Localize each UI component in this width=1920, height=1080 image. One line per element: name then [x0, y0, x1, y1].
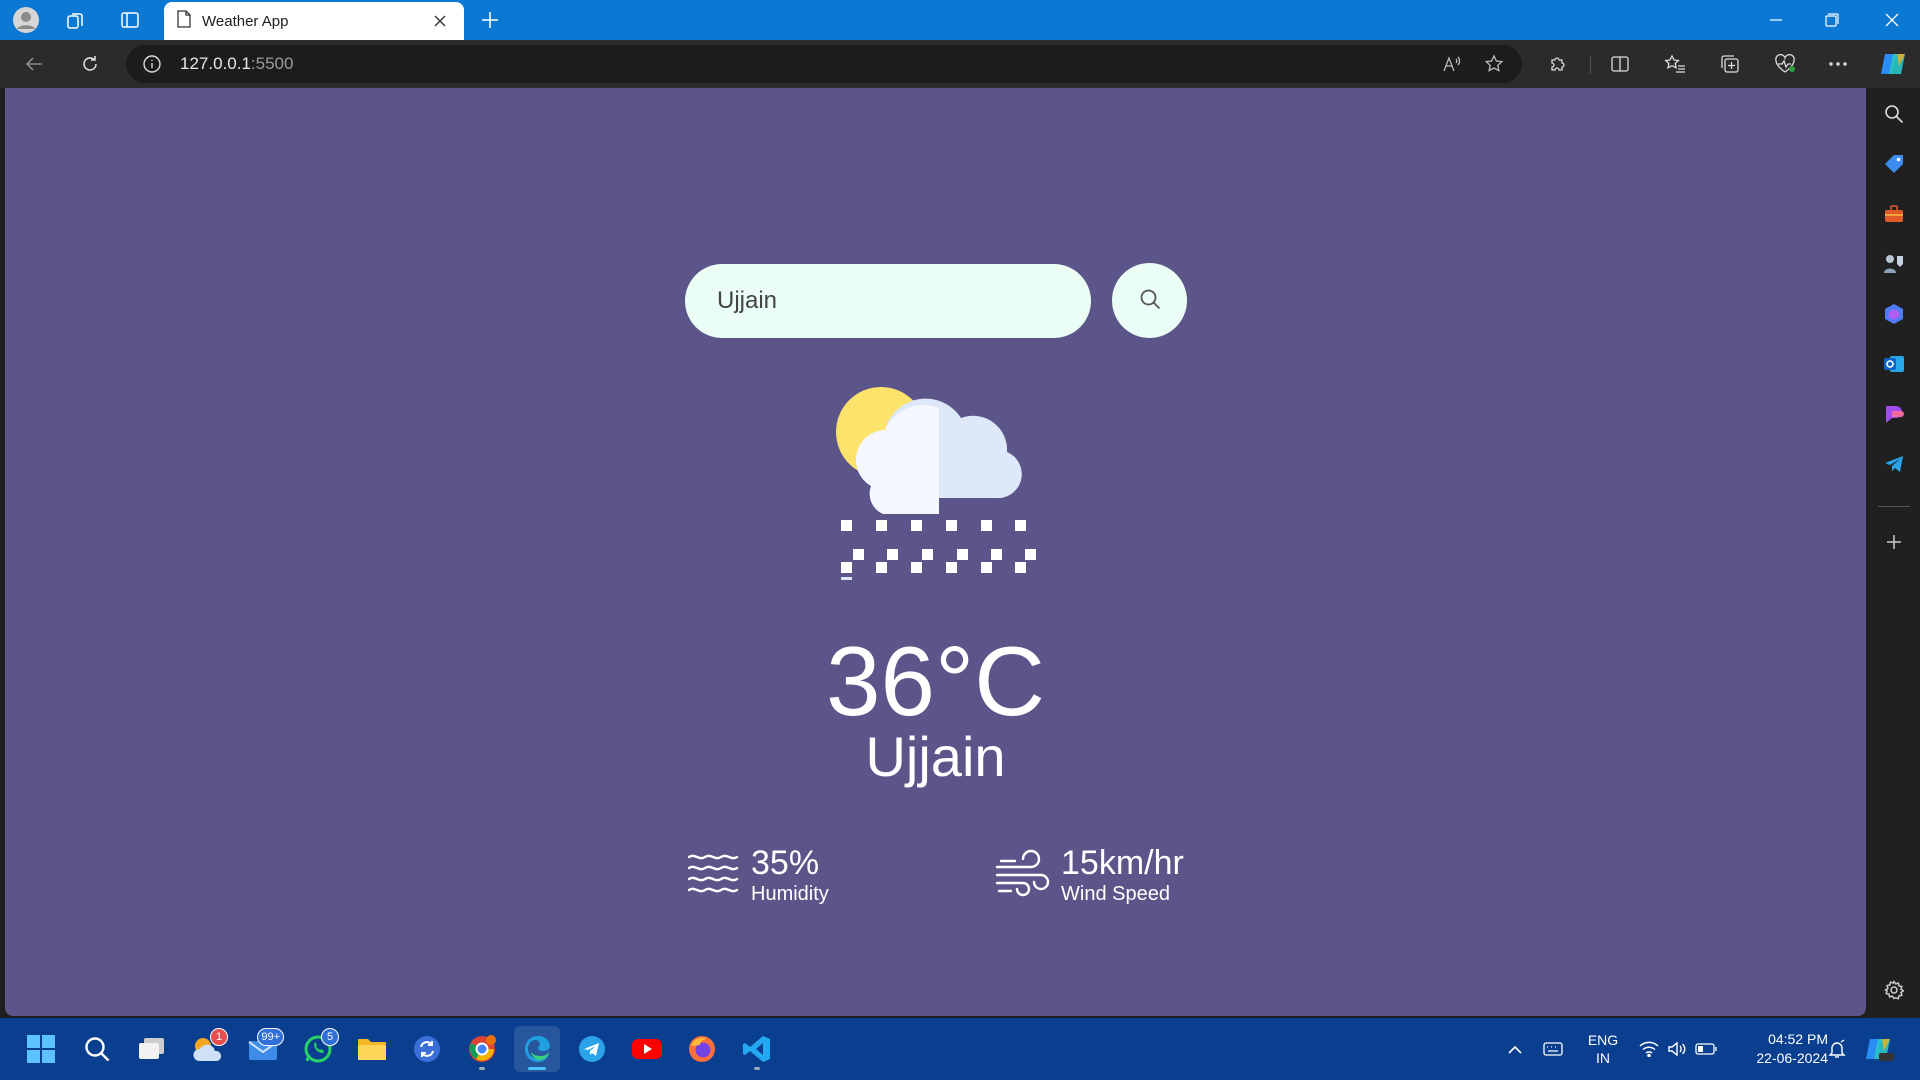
sidebar-divider — [1878, 506, 1910, 507]
sidebar-copilot-icon[interactable] — [1876, 296, 1912, 332]
copilot-preview-icon[interactable] — [1862, 1018, 1898, 1080]
tab-title: Weather App — [202, 12, 289, 30]
tab-actions-icon[interactable] — [110, 4, 150, 36]
sidebar-designer-icon[interactable] — [1876, 396, 1912, 432]
file-explorer-icon[interactable] — [349, 1026, 395, 1072]
collections-icon[interactable] — [1710, 48, 1750, 80]
edge-browser-icon[interactable] — [514, 1026, 560, 1072]
vs-code-icon[interactable] — [734, 1026, 780, 1072]
clock-time: 04:52 PM — [1768, 1031, 1828, 1047]
url-host: 127.0.0.1 — [180, 54, 251, 73]
address-bar[interactable]: 127.0.0.1:5500 — [126, 45, 1522, 83]
firefox-icon[interactable] — [679, 1026, 725, 1072]
sidebar-games-icon[interactable] — [1876, 246, 1912, 282]
weather-widget-icon[interactable]: 1 — [184, 1026, 230, 1072]
mail-badge: 99+ — [257, 1028, 284, 1046]
favorites-icon[interactable] — [1655, 48, 1695, 80]
chrome-icon[interactable] — [459, 1026, 505, 1072]
copilot-icon[interactable] — [1874, 48, 1914, 80]
page-icon — [176, 9, 192, 33]
language-line2: IN — [1596, 1050, 1610, 1066]
sidebar-search-icon[interactable] — [1876, 96, 1912, 132]
language-line1: ENG — [1587, 1032, 1619, 1048]
show-hidden-icons-chevron-icon[interactable] — [1500, 1018, 1530, 1080]
toolbar-divider — [1590, 56, 1591, 74]
read-aloud-icon[interactable] — [1434, 48, 1470, 80]
wind-value: 15km/hr — [1061, 844, 1184, 882]
photos-badge: 1 — [210, 1028, 228, 1046]
touch-keyboard-icon[interactable] — [1538, 1018, 1568, 1080]
edge-sidebar — [1868, 88, 1920, 1018]
city-name: Ujjain — [865, 725, 1006, 788]
url-text: 127.0.0.1:5500 — [180, 54, 293, 74]
sidebar-shopping-icon[interactable] — [1876, 146, 1912, 182]
wifi-icon[interactable] — [1636, 1018, 1662, 1080]
close-window-icon[interactable] — [1870, 4, 1914, 36]
whatsapp-badge: 5 — [321, 1028, 339, 1046]
snow-dots-row — [841, 562, 1026, 573]
city-search-input[interactable] — [685, 263, 1091, 338]
sidebar-add-icon[interactable] — [1876, 524, 1912, 560]
notification-bell-icon[interactable] — [1822, 1018, 1852, 1080]
browser-essentials-icon[interactable] — [1765, 48, 1805, 80]
sidebar-outlook-icon[interactable] — [1876, 346, 1912, 382]
whatsapp-icon[interactable]: 5 — [295, 1026, 341, 1072]
sidebar-tools-icon[interactable] — [1876, 196, 1912, 232]
humidity-value: 35% — [751, 844, 820, 882]
search-icon — [1138, 287, 1162, 314]
mail-app-icon[interactable]: 99+ — [240, 1026, 286, 1072]
restore-icon[interactable] — [1812, 4, 1852, 36]
system-clock[interactable]: 04:52 PM 22-06-2024 — [1728, 1018, 1828, 1080]
back-arrow-icon[interactable] — [16, 48, 52, 80]
wind-detail: 15km/hr Wind Speed — [995, 844, 1184, 906]
wind-label: Wind Speed — [1061, 883, 1170, 905]
clock-date: 22-06-2024 — [1756, 1050, 1828, 1066]
close-tab-icon[interactable] — [428, 9, 452, 33]
running-indicator — [754, 1067, 760, 1070]
tab-weather-app[interactable]: Weather App — [164, 2, 464, 40]
split-screen-icon[interactable] — [1600, 48, 1640, 80]
battery-icon[interactable] — [1692, 1018, 1720, 1080]
search-button[interactable] — [1112, 263, 1187, 338]
youtube-icon[interactable] — [624, 1026, 670, 1072]
favorite-star-icon[interactable] — [1476, 48, 1512, 80]
humidity-waves-icon — [685, 847, 741, 903]
taskbar-search-icon[interactable] — [74, 1026, 120, 1072]
minimize-icon[interactable] — [1756, 4, 1796, 36]
snow-cloud-sun-icon — [831, 380, 1041, 580]
wind-icon — [995, 847, 1051, 903]
more-options-icon[interactable] — [1818, 48, 1858, 80]
windows-start-icon[interactable] — [18, 1026, 64, 1072]
telegram-icon[interactable] — [569, 1026, 615, 1072]
task-view-icon[interactable] — [129, 1026, 175, 1072]
new-tab-icon[interactable] — [470, 4, 510, 36]
language-indicator[interactable]: ENG IN — [1580, 1018, 1626, 1080]
windows-taskbar: 1 99+ 5 ENG IN 04:52 PM 22-06-2024 — [0, 1018, 1920, 1080]
temperature-value: 36°C — [826, 626, 1045, 736]
site-info-icon[interactable] — [132, 54, 172, 74]
sidebar-settings-gear-icon[interactable] — [1876, 972, 1912, 1008]
active-indicator — [528, 1067, 546, 1070]
browser-titlebar: Weather App — [0, 0, 1920, 40]
sidebar-telegram-icon[interactable] — [1876, 446, 1912, 482]
weather-app-page: 36°C Ujjain 35% Humidity 15km/hr — [5, 88, 1866, 1016]
humidity-label: Humidity — [751, 883, 829, 905]
humidity-detail: 35% Humidity — [685, 844, 829, 906]
url-port: :5500 — [250, 54, 294, 73]
running-indicator — [479, 1067, 485, 1070]
volume-icon[interactable] — [1664, 1018, 1690, 1080]
search-row — [685, 263, 1187, 338]
browser-toolbar: 127.0.0.1:5500 — [0, 40, 1920, 88]
extensions-icon[interactable] — [1538, 48, 1578, 80]
sync-app-icon[interactable] — [404, 1026, 450, 1072]
profile-avatar-icon[interactable] — [6, 4, 46, 36]
workspaces-icon[interactable] — [56, 4, 96, 36]
reload-icon[interactable] — [72, 48, 108, 80]
